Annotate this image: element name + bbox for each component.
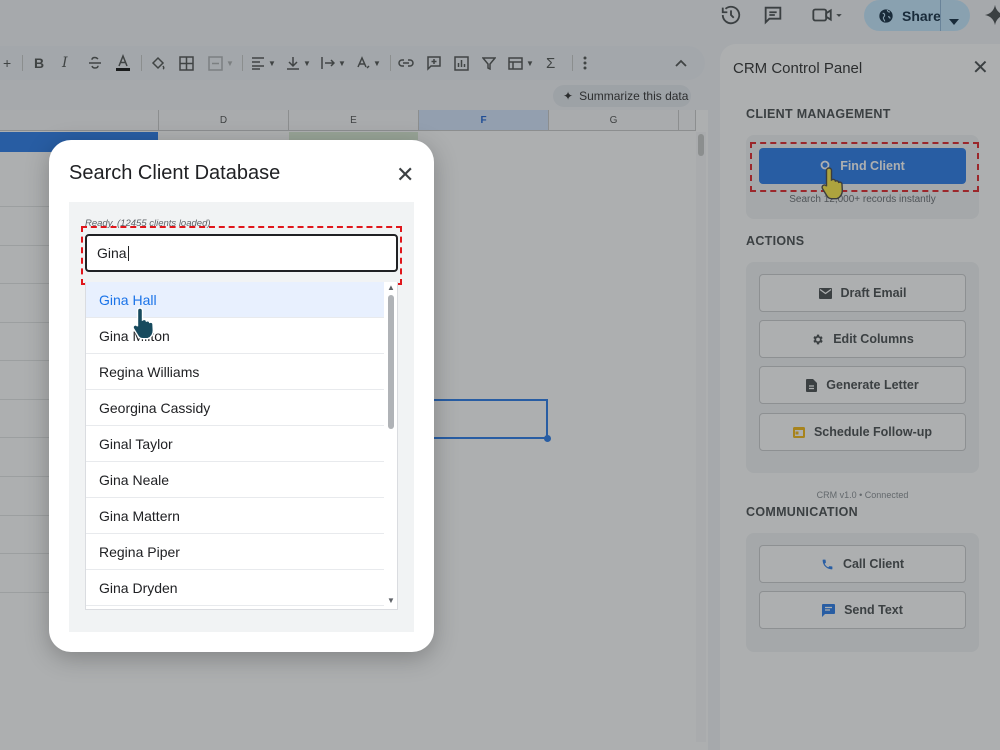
results-scrollbar[interactable]: ▲ ▼ xyxy=(385,282,397,608)
result-item[interactable]: Ginal Taylor xyxy=(86,426,384,462)
result-item[interactable]: Gina Neale xyxy=(86,462,384,498)
result-item[interactable]: Regina Piper xyxy=(86,534,384,570)
result-item[interactable]: Gina Dryden xyxy=(86,570,384,606)
search-client-dialog: Search Client Database ✕ Ready. (12455 c… xyxy=(49,140,434,652)
result-item[interactable]: Georgina Cassidy xyxy=(86,390,384,426)
dialog-title: Search Client Database xyxy=(69,162,281,184)
results-scroll-thumb[interactable] xyxy=(388,295,394,429)
scroll-down-icon[interactable]: ▼ xyxy=(387,596,395,605)
highlight-search-input xyxy=(81,226,402,285)
result-item[interactable]: Regina Williams xyxy=(86,354,384,390)
close-icon[interactable]: ✕ xyxy=(396,164,414,186)
scroll-up-icon[interactable]: ▲ xyxy=(387,283,395,292)
hand-cursor-icon xyxy=(132,307,155,340)
result-item[interactable]: Gina Mattern xyxy=(86,498,384,534)
dialog-body: Ready. (12455 clients loaded) Gina Gina … xyxy=(69,202,414,632)
